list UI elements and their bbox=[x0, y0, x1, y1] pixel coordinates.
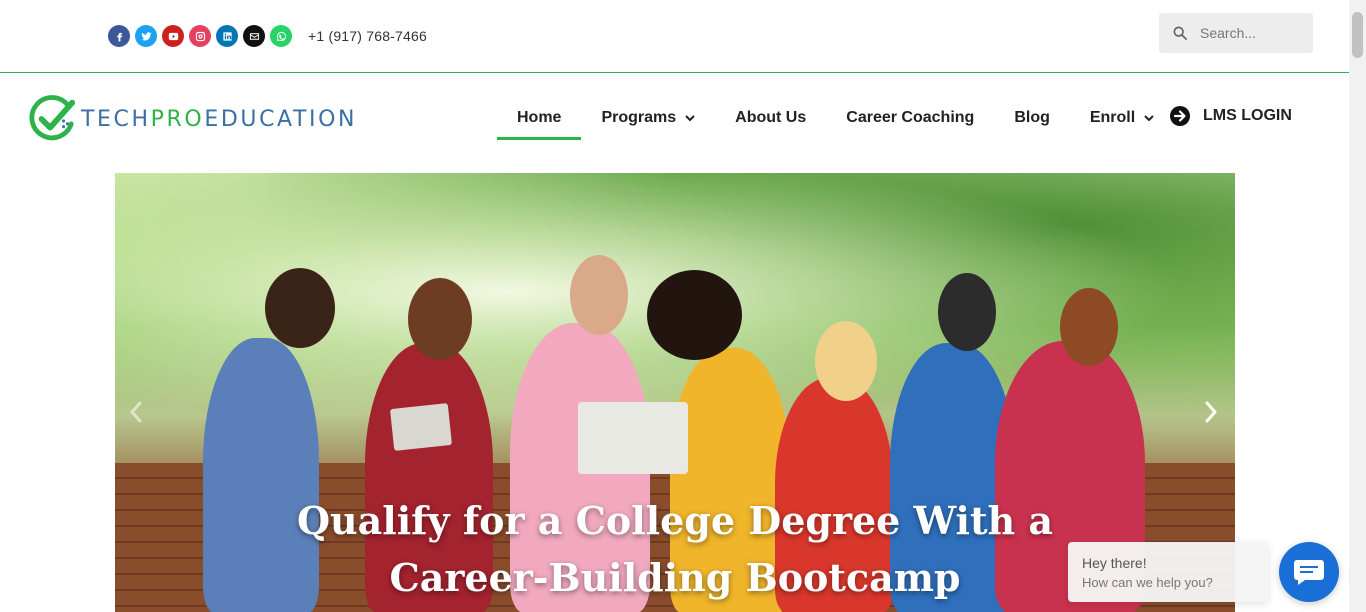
nav-label: Home bbox=[517, 109, 562, 126]
chevron-down-icon bbox=[685, 115, 695, 122]
hero-person-head bbox=[570, 255, 628, 335]
vertical-scrollbar[interactable] bbox=[1349, 0, 1366, 612]
hero-person-head bbox=[815, 321, 877, 401]
slider-next-arrow-icon[interactable] bbox=[1203, 400, 1219, 424]
nav-label: Enroll bbox=[1089, 109, 1136, 126]
hero-laptop bbox=[578, 402, 688, 474]
arrow-circle-right-icon bbox=[1170, 106, 1190, 126]
logo-text: TECHPROEDUCATION bbox=[81, 107, 357, 132]
lms-login-button[interactable]: LMS LOGIN bbox=[1169, 105, 1292, 127]
twitter-icon[interactable] bbox=[135, 25, 157, 47]
main-nav: Home Programs About Us Career Coaching B… bbox=[497, 96, 1174, 140]
hero-person-head bbox=[265, 268, 335, 348]
hero-headline-line-2: Career-Building Bootcamp bbox=[389, 555, 961, 600]
page: +1 (917) 768-7466 TECHPROEDUCATION Home … bbox=[0, 0, 1349, 612]
facebook-icon[interactable] bbox=[108, 25, 130, 47]
hero-person-head bbox=[408, 278, 472, 360]
nav-item-blog[interactable]: Blog bbox=[994, 96, 1070, 140]
search-box bbox=[1159, 13, 1313, 53]
instagram-icon[interactable] bbox=[189, 25, 211, 47]
nav-item-enroll[interactable]: Enroll bbox=[1070, 96, 1174, 140]
nav-label: Programs bbox=[601, 109, 677, 126]
hero-person-head bbox=[938, 273, 996, 351]
logo-text-education: EDUCATION bbox=[204, 106, 358, 132]
hero-headline: Qualify for a College Degree With a Care… bbox=[115, 492, 1235, 606]
whatsapp-icon[interactable] bbox=[270, 25, 292, 47]
phone-number[interactable]: +1 (917) 768-7466 bbox=[308, 28, 427, 44]
hero-person-head bbox=[1060, 288, 1118, 366]
chat-prompt: How can we help you? bbox=[1082, 575, 1213, 590]
linkedin-icon[interactable] bbox=[216, 25, 238, 47]
chat-bubble-icon bbox=[1294, 560, 1324, 585]
search-input[interactable] bbox=[1200, 25, 1300, 41]
chevron-down-icon bbox=[1144, 115, 1154, 122]
nav-label: Blog bbox=[1014, 109, 1050, 126]
nav-item-about-us[interactable]: About Us bbox=[715, 96, 826, 140]
chat-greeting-bubble[interactable]: Hey there! How can we help you? bbox=[1068, 542, 1268, 602]
envelope-icon[interactable] bbox=[243, 25, 265, 47]
site-logo[interactable]: TECHPROEDUCATION bbox=[29, 93, 429, 145]
logo-text-tech: TECH bbox=[81, 106, 151, 132]
logo-text-pro: PRO bbox=[150, 106, 205, 132]
social-links bbox=[108, 25, 292, 47]
chat-launcher-button[interactable] bbox=[1279, 542, 1339, 602]
youtube-icon[interactable] bbox=[162, 25, 184, 47]
nav-item-home[interactable]: Home bbox=[497, 96, 582, 140]
nav-item-career-coaching[interactable]: Career Coaching bbox=[826, 96, 994, 140]
search-icon[interactable] bbox=[1172, 25, 1188, 41]
scrollbar-thumb[interactable] bbox=[1352, 12, 1363, 58]
top-bar: +1 (917) 768-7466 bbox=[0, 0, 1349, 73]
nav-label: About Us bbox=[735, 109, 807, 126]
hero-tablet bbox=[389, 403, 453, 451]
slider-prev-arrow-icon[interactable] bbox=[128, 400, 144, 424]
lms-login-label: LMS LOGIN bbox=[1203, 107, 1292, 124]
nav-item-programs[interactable]: Programs bbox=[581, 96, 715, 140]
nav-label: Career Coaching bbox=[846, 109, 975, 126]
chat-greeting: Hey there! bbox=[1082, 555, 1147, 571]
hero-person-head bbox=[647, 270, 742, 360]
logo-check-icon bbox=[29, 95, 76, 141]
hero-headline-line-1: Qualify for a College Degree With a bbox=[296, 498, 1054, 543]
